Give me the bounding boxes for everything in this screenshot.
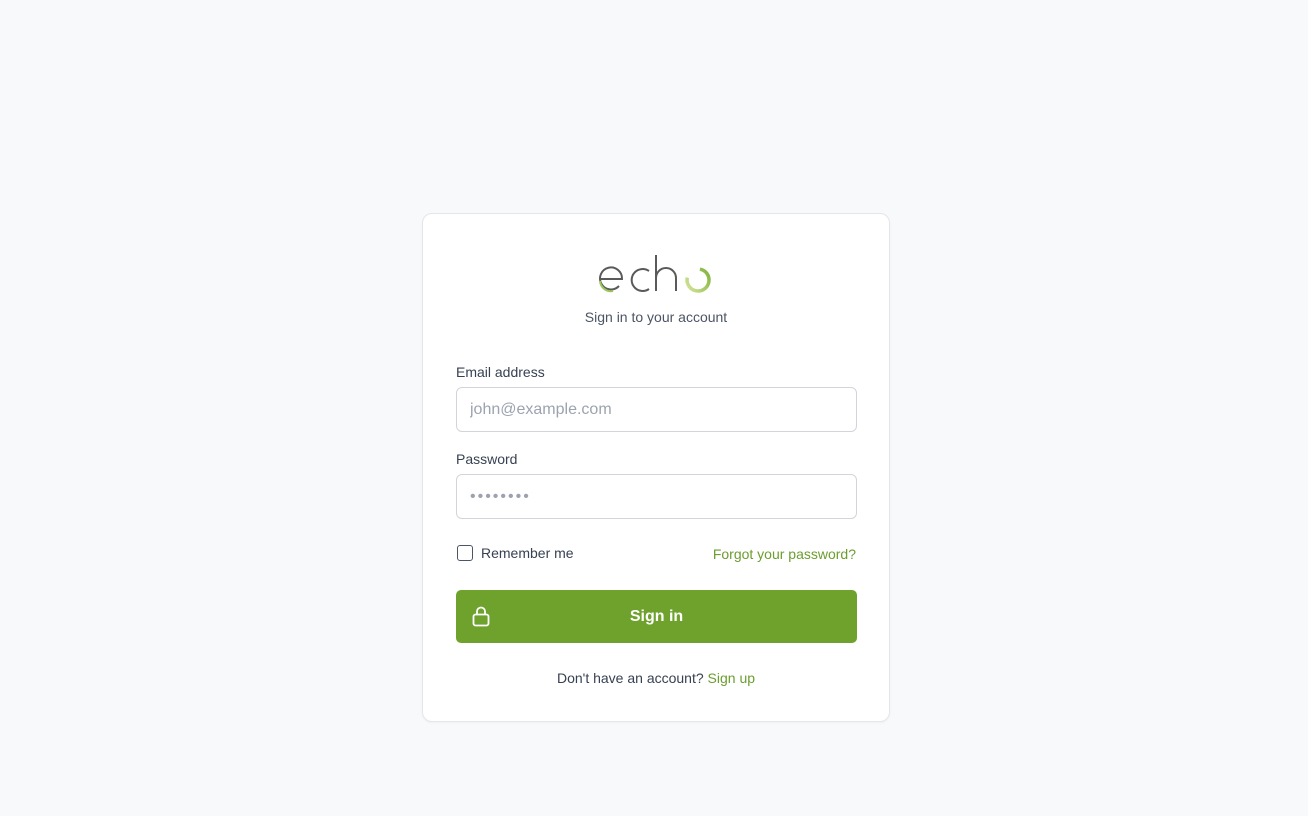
signup-prompt: Don't have an account? <box>556 670 708 686</box>
remember-me-row[interactable]: Remember me <box>456 545 574 561</box>
login-card: Sign in to your account Email address Pa… <box>422 213 890 722</box>
sign-in-button[interactable]: Sign in <box>456 590 857 643</box>
password-field[interactable] <box>456 474 857 519</box>
email-label: Email address <box>456 364 545 380</box>
lock-icon <box>472 606 490 627</box>
echo-logo <box>423 250 889 296</box>
sign-up-link[interactable]: Sign up <box>708 670 755 686</box>
sign-in-button-label: Sign in <box>629 607 684 625</box>
page-subtitle: Sign in to your account <box>584 309 728 325</box>
forgot-password-link[interactable]: Forgot your password? <box>713 546 856 562</box>
email-field[interactable] <box>456 387 857 432</box>
remember-me-label[interactable]: Remember me <box>481 545 574 561</box>
password-label: Password <box>456 451 518 467</box>
remember-me-checkbox[interactable] <box>457 545 473 561</box>
signup-row: Don't have an account? Sign up <box>423 670 889 686</box>
